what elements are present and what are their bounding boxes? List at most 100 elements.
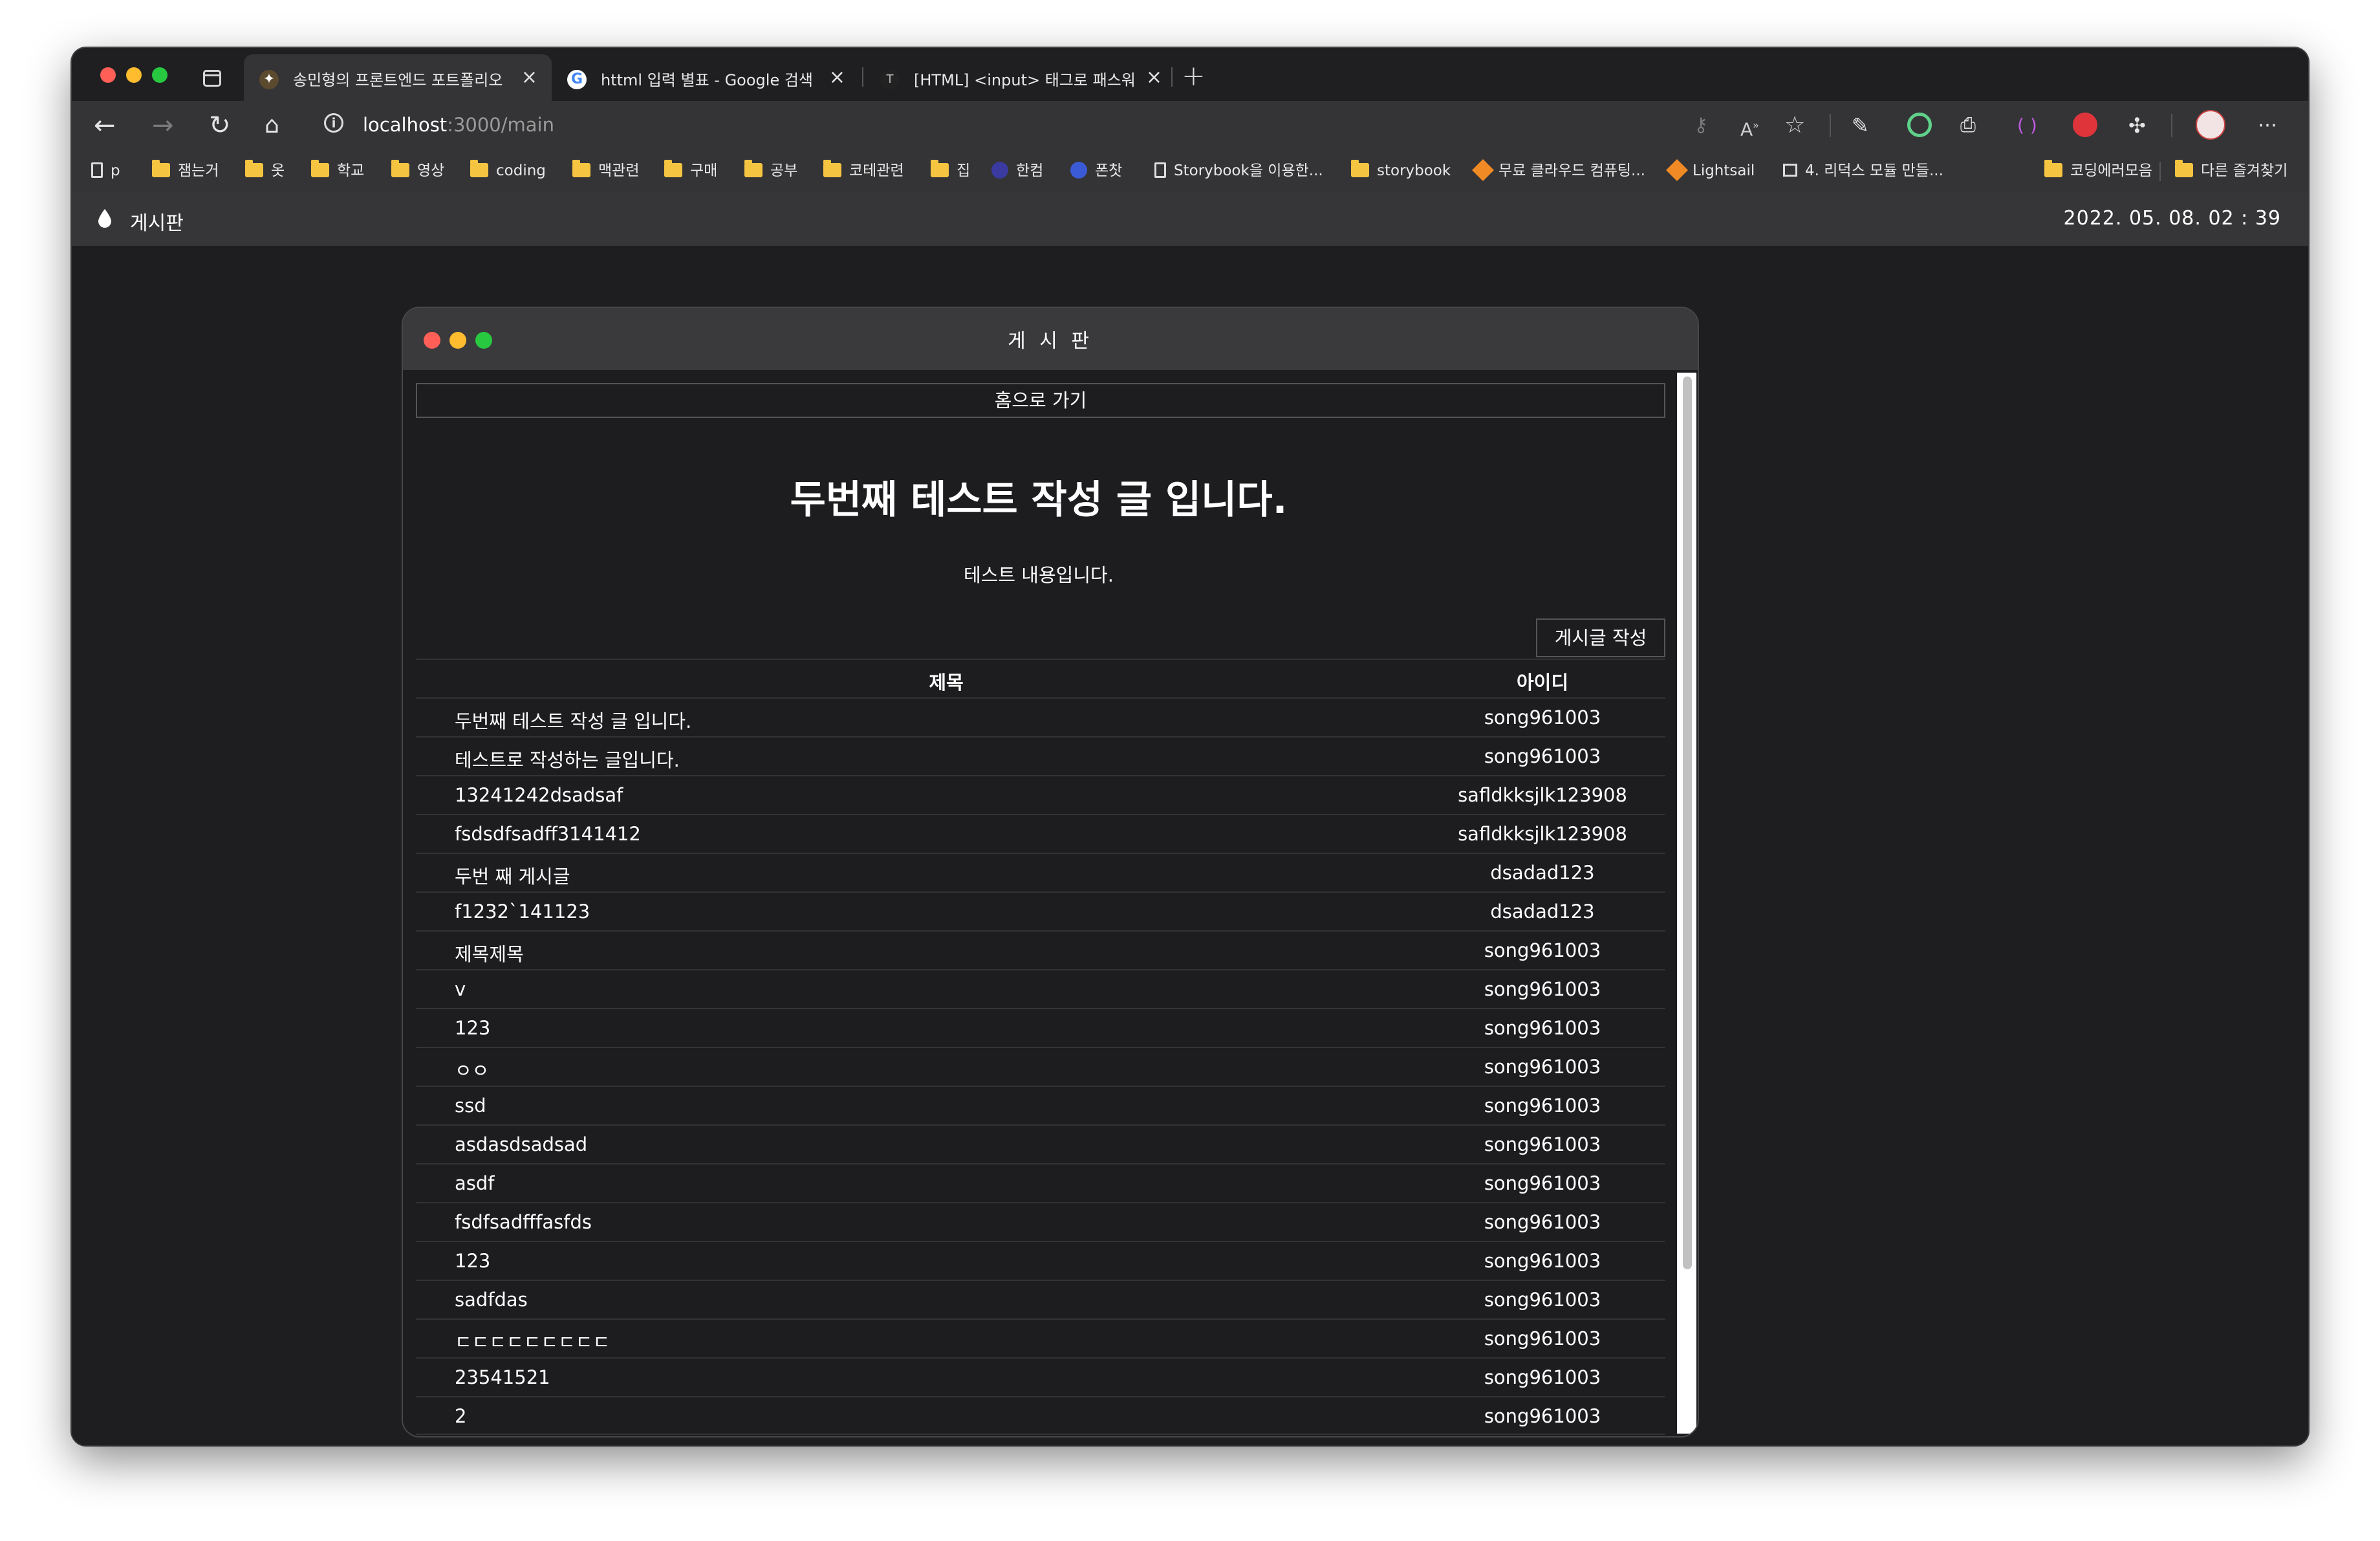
row-author-id: song961003	[1484, 1172, 1601, 1194]
row-title[interactable]: 2	[455, 1405, 466, 1427]
printer-extension-icon[interactable]: ⎙	[1960, 110, 1976, 141]
table-row[interactable]: 두번째 테스트 작성 글 입니다. song961003	[416, 697, 1665, 736]
url-text[interactable]: localhost:3000/main	[363, 114, 554, 136]
site-info-icon[interactable]: i	[324, 113, 343, 133]
close-tab-icon[interactable]: ×	[829, 66, 845, 89]
row-title[interactable]: fsdsdfsadff3141412	[455, 823, 641, 845]
table-row[interactable]: ssd song961003	[416, 1086, 1665, 1124]
forward-icon[interactable]: →	[152, 110, 174, 141]
table-row[interactable]: 두번 째 게시글 dsadad123	[416, 853, 1665, 891]
row-title[interactable]: asdasdsadsad	[455, 1133, 587, 1155]
row-title[interactable]: sadfdas	[455, 1289, 528, 1311]
scrollbar[interactable]	[1677, 373, 1696, 1434]
profile-avatar[interactable]	[2196, 110, 2225, 140]
bookmark-folder[interactable]: 맥관련	[572, 159, 639, 181]
read-aloud-icon[interactable]: A»	[1740, 110, 1759, 145]
write-post-button[interactable]: 게시글 작성	[1536, 618, 1665, 657]
table-row[interactable]: asdf song961003	[416, 1163, 1665, 1202]
table-row[interactable]: 123 song961003	[416, 1008, 1665, 1047]
bookmark-folder[interactable]: 집	[931, 159, 970, 181]
bookmark-folder[interactable]: 코딩에러모음	[2044, 159, 2152, 181]
row-title[interactable]: 테스트로 작성하는 글입니다.	[455, 745, 680, 772]
row-title[interactable]: 두번째 테스트 작성 글 입니다.	[455, 706, 691, 734]
table-row[interactable]: f1232`141123 dsadad123	[416, 891, 1665, 930]
close-tab-icon[interactable]: ×	[521, 66, 537, 89]
table-row[interactable]: v song961003	[416, 969, 1665, 1008]
row-title[interactable]: 제목제목	[455, 939, 524, 967]
row-title[interactable]: 두번 째 게시글	[455, 862, 570, 889]
board-title: 게 시 판	[1008, 330, 1093, 353]
row-title[interactable]: 13241242dsadsaf	[455, 784, 623, 806]
close-tab-icon[interactable]: ×	[1146, 66, 1162, 89]
bookmark-folder[interactable]: 잼는거	[152, 159, 219, 181]
tab-google[interactable]: G httml 입력 별표 - Google 검색 ×	[552, 54, 860, 101]
table-row[interactable]: 2 song961003	[416, 1396, 1665, 1435]
add-favorite-icon[interactable]: ☆	[1784, 110, 1805, 141]
bookmark-folder[interactable]: coding	[470, 159, 546, 181]
scrollbar-thumb[interactable]	[1683, 377, 1692, 1269]
other-bookmarks[interactable]: 다른 즐겨찾기	[2175, 159, 2288, 181]
home-icon[interactable]: ⌂	[265, 110, 279, 141]
address-bar[interactable]: i localhost:3000/main	[315, 105, 1921, 145]
row-title[interactable]: 23541521	[455, 1366, 550, 1388]
pen-extension-icon[interactable]: ✎	[1852, 110, 1869, 141]
zoom-window-button[interactable]	[152, 67, 168, 83]
bookmark-redux[interactable]: 4. 리덕스 모듈 만들...	[1783, 160, 1943, 181]
back-icon[interactable]: ←	[94, 110, 116, 141]
table-row[interactable]: 테스트로 작성하는 글입니다. song961003	[416, 736, 1665, 775]
table-row[interactable]: fsdfsadfffasfds song961003	[416, 1202, 1665, 1241]
table-row[interactable]: ㄷㄷㄷㄷㄷㄷㄷㄷㄷ song961003	[416, 1318, 1665, 1357]
bookmark-hancom[interactable]: 한컴	[991, 160, 1043, 181]
row-title[interactable]: ㅇㅇ	[455, 1056, 489, 1083]
row-title[interactable]: v	[455, 978, 466, 1000]
bookmark-aws[interactable]: 무료 클라우드 컴퓨팅...	[1472, 158, 1645, 181]
circle-extension-icon[interactable]	[1907, 113, 1932, 137]
bookmark-folder[interactable]: storybook	[1351, 159, 1451, 181]
folder-icon	[470, 159, 488, 177]
close-window-button[interactable]	[100, 67, 116, 83]
table-row[interactable]: ㅇㅇ song961003	[416, 1047, 1665, 1086]
tab-actions-icon[interactable]	[203, 70, 221, 87]
extensions-puzzle-icon[interactable]: ✣	[2128, 110, 2146, 141]
row-title[interactable]: 123	[455, 1250, 490, 1272]
bookmark-lightsail[interactable]: Lightsail	[1666, 158, 1755, 181]
row-title[interactable]: ssd	[455, 1095, 486, 1117]
bookmark-folder[interactable]: 코테관련	[823, 159, 904, 181]
table-row[interactable]: 제목제목 song961003	[416, 930, 1665, 969]
table-row[interactable]: asdasdsadsad song961003	[416, 1124, 1665, 1163]
bookmark-phone[interactable]: 폰찻	[1070, 160, 1122, 181]
row-title[interactable]: 123	[455, 1017, 490, 1039]
new-tab-icon[interactable]: +	[1182, 60, 1206, 93]
folder-icon	[2175, 159, 2193, 177]
bookmark-folder[interactable]: 공부	[744, 159, 797, 181]
table-row[interactable]: 13241242dsadsaf safldkksjlk123908	[416, 775, 1665, 814]
bookmark-folder[interactable]: 영상	[391, 159, 444, 181]
more-menu-icon[interactable]: ⋯	[2258, 110, 2277, 141]
home-button[interactable]: 홈으로 가기	[416, 383, 1665, 418]
bookmark-p[interactable]: p	[91, 160, 120, 181]
tab-portfolio[interactable]: ✦ 송민형의 프론트엔드 포트폴리오 ×	[244, 54, 552, 101]
folder-icon	[2044, 159, 2062, 177]
row-title[interactable]: ㄷㄷㄷㄷㄷㄷㄷㄷㄷ	[455, 1328, 610, 1355]
book-icon	[1783, 163, 1797, 177]
table-row[interactable]: fsdsdfsadff3141412 safldkksjlk123908	[416, 814, 1665, 853]
table-row[interactable]: sadfdas song961003	[416, 1280, 1665, 1318]
tab-tistory[interactable]: T [HTML] <input> 태그로 패스워드 ×	[865, 54, 1176, 101]
row-author-id: song961003	[1484, 1328, 1601, 1350]
table-row[interactable]: 23541521 song961003	[416, 1357, 1665, 1396]
minimize-window-button[interactable]	[126, 67, 142, 83]
row-title[interactable]: fsdfsadfffasfds	[455, 1211, 592, 1233]
reload-icon[interactable]: ↻	[209, 110, 231, 141]
bookmark-folder[interactable]: 학교	[311, 159, 364, 181]
bookmark-storybook-page[interactable]: Storybook을 이용한...	[1154, 160, 1323, 181]
table-row[interactable]: 123 song961003	[416, 1241, 1665, 1280]
braces-extension-icon[interactable]: ( )	[2017, 110, 2037, 141]
row-author-id: safldkksjlk123908	[1458, 823, 1627, 845]
row-author-id: song961003	[1484, 745, 1601, 767]
row-title[interactable]: asdf	[455, 1172, 495, 1194]
key-icon[interactable]: ⚷	[1694, 110, 1708, 141]
bookmark-folder[interactable]: 옷	[245, 159, 285, 181]
row-title[interactable]: f1232`141123	[455, 901, 590, 923]
hand-extension-icon[interactable]	[2073, 113, 2097, 137]
bookmark-folder[interactable]: 구매	[664, 159, 717, 181]
